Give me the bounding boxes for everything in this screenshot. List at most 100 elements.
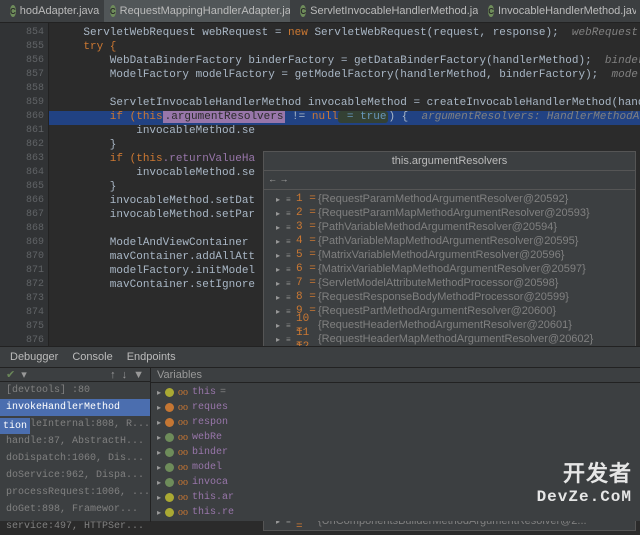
- line-number: 863: [0, 153, 44, 167]
- line-number: 858: [0, 83, 44, 97]
- line-number: 855: [0, 41, 44, 55]
- debugger-panel: Debugger Console Endpoints ✔▾ ↑ ↓ ▼ [dev…: [0, 346, 640, 521]
- popup-row[interactable]: ▸≡5 = {MatrixVariableMethodArgumentResol…: [264, 248, 635, 262]
- popup-row[interactable]: ▸≡1 = {RequestParamMethodArgumentResolve…: [264, 192, 635, 206]
- variable-item[interactable]: ▸oo this.ar: [151, 490, 640, 505]
- variable-item[interactable]: ▸oo this.re: [151, 505, 640, 520]
- field-icon: ≡: [286, 251, 296, 260]
- popup-row[interactable]: ▸≡8 = {RequestResponseBodyMethodProcesso…: [264, 290, 635, 304]
- tab-label: hodAdapter.java: [20, 5, 100, 17]
- filter-icon[interactable]: ↓: [122, 369, 128, 381]
- code-editor[interactable]: 854 855 856 857 858 859 860 861 862 863 …: [0, 23, 640, 347]
- gutter: 854 855 856 857 858 859 860 861 862 863 …: [0, 23, 49, 347]
- debugger-tab[interactable]: Debugger: [10, 351, 58, 363]
- chevron-right-icon: ▸: [276, 293, 286, 302]
- chevron-right-icon: ▸: [276, 335, 286, 344]
- field-icon: ≡: [286, 279, 296, 288]
- field-icon: ≡: [286, 321, 296, 330]
- frames-list[interactable]: [devtools] :80 invokeHandlerMethod handl…: [0, 382, 150, 535]
- editor-tab[interactable]: ChodAdapter.java: [4, 0, 100, 22]
- popup-row[interactable]: ▸≡11 = {RequestHeaderMapMethodArgumentRe…: [264, 332, 635, 346]
- line-number: 864: [0, 167, 44, 181]
- popup-row[interactable]: ▸≡6 = {MatrixVariableMapMethodArgumentRe…: [264, 262, 635, 276]
- popup-row[interactable]: ▸≡9 = {RequestPartMethodArgumentResolver…: [264, 304, 635, 318]
- line-number: 867: [0, 209, 44, 223]
- sidebar-run-tab[interactable]: tion: [0, 418, 30, 434]
- frames-header: ✔▾ ↑ ↓ ▼: [0, 368, 150, 382]
- tab-label: RequestMappingHandlerAdapter.java: [120, 5, 291, 17]
- frame-item[interactable]: processRequest:1006, ...: [0, 484, 150, 501]
- frame-item[interactable]: invokeHandlerMethod: [0, 399, 150, 416]
- chevron-right-icon: ▸: [157, 478, 161, 488]
- line-number: 857: [0, 69, 44, 83]
- editor-tab[interactable]: CInvocableHandlerMethod.java: [482, 0, 636, 22]
- class-icon: C: [488, 5, 494, 17]
- thread[interactable]: [devtools] :80: [0, 382, 150, 399]
- line-number: 871: [0, 265, 44, 279]
- line-number: 872: [0, 279, 44, 293]
- popup-row[interactable]: ▸≡10 = {RequestHeaderMethodArgumentResol…: [264, 318, 635, 332]
- variable-item[interactable]: ▸oo reques: [151, 400, 640, 415]
- tab-label: ServletInvocableHandlerMethod.java: [310, 5, 478, 17]
- back-icon[interactable]: ←: [270, 175, 275, 185]
- frame-item[interactable]: handle:87, AbstractH...: [0, 433, 150, 450]
- chevron-right-icon: ▸: [276, 307, 286, 316]
- variable-item[interactable]: ▸oo respon: [151, 415, 640, 430]
- line-number: 870: [0, 251, 44, 265]
- field-icon: ≡: [286, 307, 296, 316]
- endpoints-tab[interactable]: Endpoints: [127, 351, 176, 363]
- variables-list[interactable]: ▸oo this =▸oo reques▸oo respon▸oo webRe▸…: [151, 383, 640, 522]
- chevron-right-icon: ▸: [157, 493, 161, 503]
- field-icon: ≡: [286, 223, 296, 232]
- field-icon: ≡: [286, 237, 296, 246]
- chevron-right-icon: ▸: [276, 209, 286, 218]
- code-line: WebDataBinderFactory binderFactory = get…: [49, 55, 640, 69]
- popup-title: this.argumentResolvers: [264, 152, 635, 171]
- console-tab[interactable]: Console: [72, 351, 112, 363]
- frame-item[interactable]: doGet:898, Framewor...: [0, 501, 150, 518]
- variable-type-icon: [165, 493, 174, 502]
- chevron-right-icon: ▸: [276, 237, 286, 246]
- code-line: ModelFactory modelFactory = getModelFact…: [49, 69, 640, 83]
- frame-item[interactable]: doDispatch:1060, Dis...: [0, 450, 150, 467]
- line-number: 854: [0, 27, 44, 41]
- code-line: try {: [49, 41, 640, 55]
- editor-tab[interactable]: CServletInvocableHandlerMethod.java: [294, 0, 478, 22]
- chevron-right-icon: ▸: [157, 433, 161, 443]
- variable-item[interactable]: ▸oo model: [151, 460, 640, 475]
- popup-row[interactable]: ▸≡4 = {PathVariableMapMethodArgumentReso…: [264, 234, 635, 248]
- chevron-right-icon: ▸: [157, 403, 161, 413]
- variable-item[interactable]: ▸oo webRe: [151, 430, 640, 445]
- variables-header: Variables: [151, 368, 640, 383]
- chevron-right-icon: ▸: [157, 388, 161, 398]
- popup-row[interactable]: ▸≡7 = {ServletModelAttributeMethodProces…: [264, 276, 635, 290]
- variable-type-icon: [165, 433, 174, 442]
- variable-item[interactable]: ▸oo invoca: [151, 475, 640, 490]
- frame-item[interactable]: doService:962, Dispa...: [0, 467, 150, 484]
- class-icon: C: [10, 5, 16, 17]
- code-line: [49, 83, 640, 97]
- field-icon: ≡: [286, 293, 296, 302]
- popup-row[interactable]: ▸≡2 = {RequestParamMapMethodArgumentReso…: [264, 206, 635, 220]
- editor-tabs: ChodAdapter.java CRequestMappingHandlerA…: [0, 0, 640, 23]
- variable-item[interactable]: ▸oo binder: [151, 445, 640, 460]
- field-icon: ≡: [286, 195, 296, 204]
- field-icon: ≡: [286, 209, 296, 218]
- variable-item[interactable]: ▸oo this =: [151, 385, 640, 400]
- popup-toolbar: ← →: [264, 171, 635, 190]
- code-line-current: if (this.argumentResolvers != null = tru…: [49, 111, 640, 125]
- funnel-icon[interactable]: ▼: [133, 369, 144, 381]
- chevron-right-icon: ▸: [276, 251, 286, 260]
- editor-tab[interactable]: CRequestMappingHandlerAdapter.java: [104, 0, 291, 22]
- line-number: 866: [0, 195, 44, 209]
- filter-icon[interactable]: ↑: [110, 369, 116, 381]
- frames-panel: ✔▾ ↑ ↓ ▼ [devtools] :80 invokeHandlerMet…: [0, 368, 151, 522]
- frame-item[interactable]: service:497, HTTPSer...: [0, 518, 150, 535]
- variable-type-icon: [165, 463, 174, 472]
- chevron-right-icon: ▸: [276, 265, 286, 274]
- forward-icon[interactable]: →: [281, 175, 286, 185]
- line-number: 874: [0, 307, 44, 321]
- popup-row[interactable]: ▸≡3 = {PathVariableMethodArgumentResolve…: [264, 220, 635, 234]
- line-number: 865: [0, 181, 44, 195]
- field-icon: ≡: [286, 265, 296, 274]
